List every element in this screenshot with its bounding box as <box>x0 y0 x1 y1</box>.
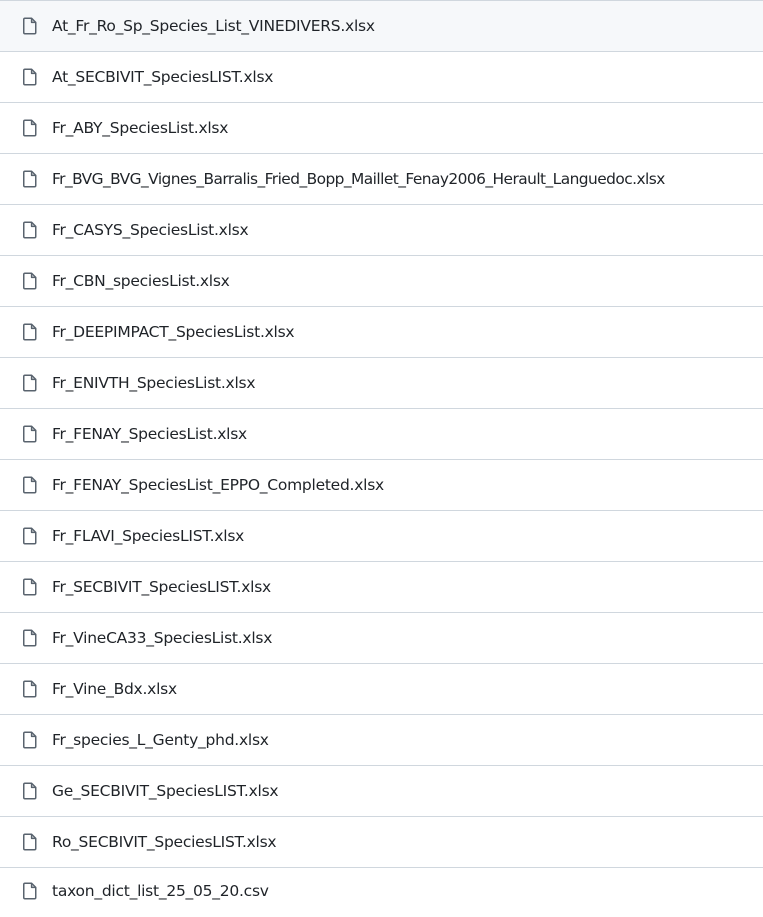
file-icon-glyph <box>23 680 37 698</box>
file-icon-glyph <box>23 17 37 35</box>
file-icon-glyph <box>23 833 37 851</box>
file-name-link[interactable]: At_Fr_Ro_Sp_Species_List_VINEDIVERS.xlsx <box>52 16 375 36</box>
file-name-link[interactable]: Fr_ABY_SpeciesList.xlsx <box>52 118 228 138</box>
file-row[interactable]: Fr_DEEPIMPACT_SpeciesList.xlsx <box>0 306 763 357</box>
file-icon <box>22 17 38 35</box>
file-row[interactable]: Fr_FENAY_SpeciesList_EPPO_Completed.xlsx <box>0 459 763 510</box>
file-row[interactable]: Fr_ENIVTH_SpeciesList.xlsx <box>0 357 763 408</box>
file-icon-glyph <box>23 527 37 545</box>
file-row[interactable]: Fr_species_L_Genty_phd.xlsx <box>0 714 763 765</box>
file-row[interactable]: Ro_SECBIVIT_SpeciesLIST.xlsx <box>0 816 763 867</box>
file-icon-glyph <box>23 731 37 749</box>
file-name-link[interactable]: At_SECBIVIT_SpeciesLIST.xlsx <box>52 67 273 87</box>
file-icon <box>22 119 38 137</box>
file-icon <box>22 782 38 800</box>
file-row[interactable]: Fr_CBN_speciesList.xlsx <box>0 255 763 306</box>
file-row[interactable]: taxon_dict_list_25_05_20.csv <box>0 867 763 913</box>
file-row[interactable]: Fr_BVG_BVG_Vignes_Barralis_Fried_Bopp_Ma… <box>0 153 763 204</box>
file-icon-glyph <box>23 119 37 137</box>
file-icon <box>22 323 38 341</box>
file-icon <box>22 68 38 86</box>
file-name-link[interactable]: Fr_SECBIVIT_SpeciesLIST.xlsx <box>52 577 271 597</box>
file-name-link[interactable]: Fr_FENAY_SpeciesList.xlsx <box>52 424 247 444</box>
file-icon <box>22 221 38 239</box>
file-icon <box>22 629 38 647</box>
file-icon <box>22 833 38 851</box>
file-name-link[interactable]: Fr_Vine_Bdx.xlsx <box>52 679 177 699</box>
file-row[interactable]: Fr_SECBIVIT_SpeciesLIST.xlsx <box>0 561 763 612</box>
file-name-link[interactable]: Ge_SECBIVIT_SpeciesLIST.xlsx <box>52 781 279 801</box>
file-name-link[interactable]: Ro_SECBIVIT_SpeciesLIST.xlsx <box>52 832 277 852</box>
file-icon <box>22 425 38 443</box>
file-icon-glyph <box>23 578 37 596</box>
file-icon-glyph <box>23 221 37 239</box>
file-name-link[interactable]: Fr_species_L_Genty_phd.xlsx <box>52 730 269 750</box>
file-row[interactable]: At_SECBIVIT_SpeciesLIST.xlsx <box>0 51 763 102</box>
file-icon-glyph <box>23 272 37 290</box>
file-name-link[interactable]: Fr_CASYS_SpeciesList.xlsx <box>52 220 249 240</box>
file-name-link[interactable]: Fr_FENAY_SpeciesList_EPPO_Completed.xlsx <box>52 475 384 495</box>
file-icon <box>22 272 38 290</box>
file-icon <box>22 374 38 392</box>
file-name-link[interactable]: taxon_dict_list_25_05_20.csv <box>52 881 269 901</box>
file-name-link[interactable]: Fr_BVG_BVG_Vignes_Barralis_Fried_Bopp_Ma… <box>52 169 665 189</box>
file-icon <box>22 527 38 545</box>
file-name-link[interactable]: Fr_FLAVI_SpeciesLIST.xlsx <box>52 526 244 546</box>
file-icon-glyph <box>23 68 37 86</box>
file-icon <box>22 476 38 494</box>
file-icon-glyph <box>23 882 37 899</box>
file-icon-glyph <box>23 323 37 341</box>
file-name-link[interactable]: Fr_VineCA33_SpeciesList.xlsx <box>52 628 272 648</box>
file-icon <box>22 680 38 698</box>
file-row[interactable]: Fr_CASYS_SpeciesList.xlsx <box>0 204 763 255</box>
file-icon <box>22 170 38 188</box>
file-name-link[interactable]: Fr_DEEPIMPACT_SpeciesList.xlsx <box>52 322 295 342</box>
file-name-link[interactable]: Fr_ENIVTH_SpeciesList.xlsx <box>52 373 256 393</box>
file-icon-glyph <box>23 629 37 647</box>
file-row[interactable]: Fr_VineCA33_SpeciesList.xlsx <box>0 612 763 663</box>
file-icon-glyph <box>23 782 37 800</box>
file-row[interactable]: Fr_ABY_SpeciesList.xlsx <box>0 102 763 153</box>
file-row[interactable]: Fr_Vine_Bdx.xlsx <box>0 663 763 714</box>
file-row[interactable]: At_Fr_Ro_Sp_Species_List_VINEDIVERS.xlsx <box>0 0 763 51</box>
file-row[interactable]: Ge_SECBIVIT_SpeciesLIST.xlsx <box>0 765 763 816</box>
file-row[interactable]: Fr_FENAY_SpeciesList.xlsx <box>0 408 763 459</box>
file-icon <box>22 882 38 900</box>
file-icon <box>22 731 38 749</box>
file-icon <box>22 578 38 596</box>
file-icon-glyph <box>23 425 37 443</box>
file-icon-glyph <box>23 374 37 392</box>
file-icon-glyph <box>23 170 37 188</box>
file-icon-glyph <box>23 476 37 494</box>
file-row[interactable]: Fr_FLAVI_SpeciesLIST.xlsx <box>0 510 763 561</box>
file-list: At_Fr_Ro_Sp_Species_List_VINEDIVERS.xlsx… <box>0 0 763 913</box>
file-name-link[interactable]: Fr_CBN_speciesList.xlsx <box>52 271 230 291</box>
